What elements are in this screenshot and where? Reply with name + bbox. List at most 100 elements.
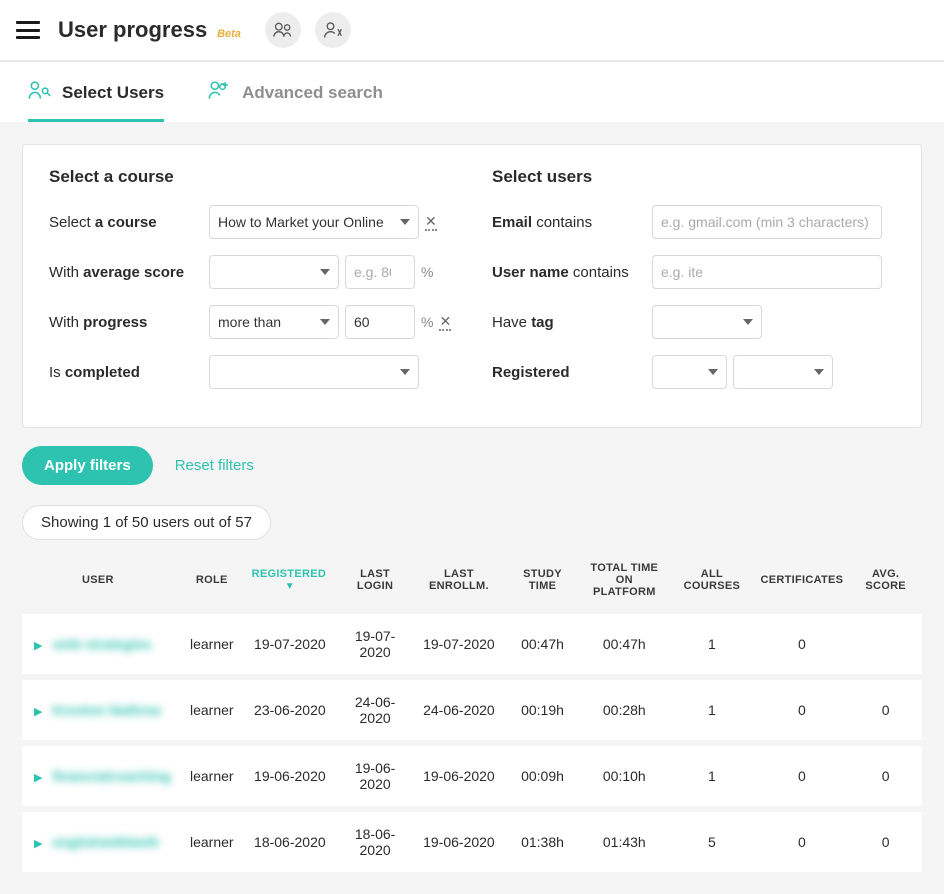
menu-hamburger[interactable] (16, 21, 40, 39)
users-icon-button[interactable] (265, 12, 301, 48)
th-study-time[interactable]: STUDY TIME (506, 552, 580, 611)
table-row: ▶financialcoachinglearner19-06-202019-06… (22, 743, 922, 809)
filter-heading-course: Select a course (49, 167, 452, 187)
cell-registered: 19-06-2020 (242, 743, 339, 809)
input-username-contains[interactable] (652, 255, 882, 289)
cell-avg-score: 0 (849, 677, 922, 743)
th-last-enroll[interactable]: LAST ENROLLM. (412, 552, 506, 611)
select-registered-op[interactable] (652, 355, 727, 389)
users-icon (273, 22, 293, 38)
clear-course-icon[interactable]: ✕ (425, 214, 437, 231)
label-registered: Registered (492, 364, 652, 381)
cell-user: ▶ Kreston Nathras (22, 677, 182, 743)
cell-registered: 23-06-2020 (242, 677, 339, 743)
cell-study-time: 01:38h (506, 809, 580, 872)
reset-filters-link[interactable]: Reset filters (175, 457, 254, 474)
tab-advanced-search-label: Advanced search (242, 83, 383, 103)
cell-total-time: 00:10h (579, 743, 669, 809)
cell-last-login: 24-06-2020 (338, 677, 412, 743)
cell-certificates: 0 (754, 743, 849, 809)
user-settings-icon-button[interactable] (315, 12, 351, 48)
select-course[interactable]: How to Market your Online (209, 205, 419, 239)
beta-badge: Beta (217, 28, 241, 40)
advanced-search-icon (208, 80, 232, 105)
expand-row-icon[interactable]: ▶ (34, 837, 42, 850)
cell-study-time: 00:09h (506, 743, 580, 809)
table-row: ▶englishwithbethlearner18-06-202018-06-2… (22, 809, 922, 872)
cell-last-login: 19-06-2020 (338, 743, 412, 809)
cell-all-courses: 5 (669, 809, 754, 872)
cell-last-login: 19-07-2020 (338, 611, 412, 677)
th-last-login[interactable]: LAST LOGIN (338, 552, 412, 611)
results-summary: Showing 1 of 50 users out of 57 (22, 505, 271, 540)
label-avg-score: With average score (49, 264, 209, 281)
sort-desc-icon: ▼ (285, 581, 295, 592)
page-title: User progress Beta (58, 17, 241, 43)
user-name[interactable]: Kreston Nathras (52, 702, 161, 718)
cell-last-enroll: 19-06-2020 (412, 809, 506, 872)
cell-certificates: 0 (754, 809, 849, 872)
tab-select-users[interactable]: Select Users (28, 62, 164, 122)
user-name[interactable]: smb strategies (52, 636, 151, 652)
cell-last-enroll: 19-06-2020 (412, 743, 506, 809)
input-progress-value[interactable] (345, 305, 415, 339)
cell-all-courses: 1 (669, 677, 754, 743)
cell-last-login: 18-06-2020 (338, 809, 412, 872)
cell-last-enroll: 24-06-2020 (412, 677, 506, 743)
cell-total-time: 00:28h (579, 677, 669, 743)
cell-user: ▶ financialcoaching (22, 743, 182, 809)
tab-select-users-label: Select Users (62, 83, 164, 103)
filter-panel: Select a course Select a course How to M… (22, 144, 922, 428)
th-all-courses[interactable]: ALL COURSES (669, 552, 754, 611)
expand-row-icon[interactable]: ▶ (34, 771, 42, 784)
user-settings-icon (323, 21, 343, 39)
label-email: Email contains (492, 214, 652, 231)
label-select-course: Select a course (49, 214, 209, 231)
user-name[interactable]: englishwithbeth (52, 834, 159, 850)
th-registered[interactable]: REGISTERED ▼ (242, 552, 339, 611)
select-registered-value[interactable] (733, 355, 833, 389)
expand-row-icon[interactable]: ▶ (34, 705, 42, 718)
label-tag: Have tag (492, 314, 652, 331)
cell-total-time: 01:43h (579, 809, 669, 872)
th-certificates[interactable]: CERTIFICATES (754, 552, 849, 611)
apply-filters-button[interactable]: Apply filters (22, 446, 153, 485)
select-completed[interactable] (209, 355, 419, 389)
input-email-contains[interactable] (652, 205, 882, 239)
clear-progress-icon[interactable]: ✕ (439, 314, 451, 331)
cell-role: learner (182, 611, 242, 677)
filter-heading-users: Select users (492, 167, 895, 187)
label-completed: Is completed (49, 364, 209, 381)
th-role[interactable]: ROLE (182, 552, 242, 611)
table-row: ▶Kreston Nathraslearner23-06-202024-06-2… (22, 677, 922, 743)
cell-user: ▶ smb strategies (22, 611, 182, 677)
cell-all-courses: 1 (669, 611, 754, 677)
th-total-time[interactable]: TOTAL TIME ON PLATFORM (579, 552, 669, 611)
cell-role: learner (182, 809, 242, 872)
cell-avg-score: 0 (849, 809, 922, 872)
user-name[interactable]: financialcoaching (52, 768, 170, 784)
cell-role: learner (182, 677, 242, 743)
users-table: USER ROLE REGISTERED ▼ LAST LOGIN LAST E… (22, 552, 922, 872)
tab-advanced-search[interactable]: Advanced search (208, 62, 383, 122)
cell-last-enroll: 19-07-2020 (412, 611, 506, 677)
cell-avg-score: 0 (849, 743, 922, 809)
label-progress: With progress (49, 314, 209, 331)
cell-certificates: 0 (754, 677, 849, 743)
select-avg-score-op[interactable] (209, 255, 339, 289)
cell-registered: 19-07-2020 (242, 611, 339, 677)
cell-all-courses: 1 (669, 743, 754, 809)
cell-avg-score (849, 611, 922, 677)
cell-study-time: 00:19h (506, 677, 580, 743)
expand-row-icon[interactable]: ▶ (34, 639, 42, 652)
th-user[interactable]: USER (22, 552, 182, 611)
cell-total-time: 00:47h (579, 611, 669, 677)
page-title-text: User progress (58, 17, 207, 42)
select-users-icon (28, 80, 52, 105)
select-tag[interactable] (652, 305, 762, 339)
select-progress-op[interactable]: more than (209, 305, 339, 339)
cell-registered: 18-06-2020 (242, 809, 339, 872)
th-avg-score[interactable]: AVG. SCORE (849, 552, 922, 611)
input-avg-score[interactable] (345, 255, 415, 289)
cell-study-time: 00:47h (506, 611, 580, 677)
